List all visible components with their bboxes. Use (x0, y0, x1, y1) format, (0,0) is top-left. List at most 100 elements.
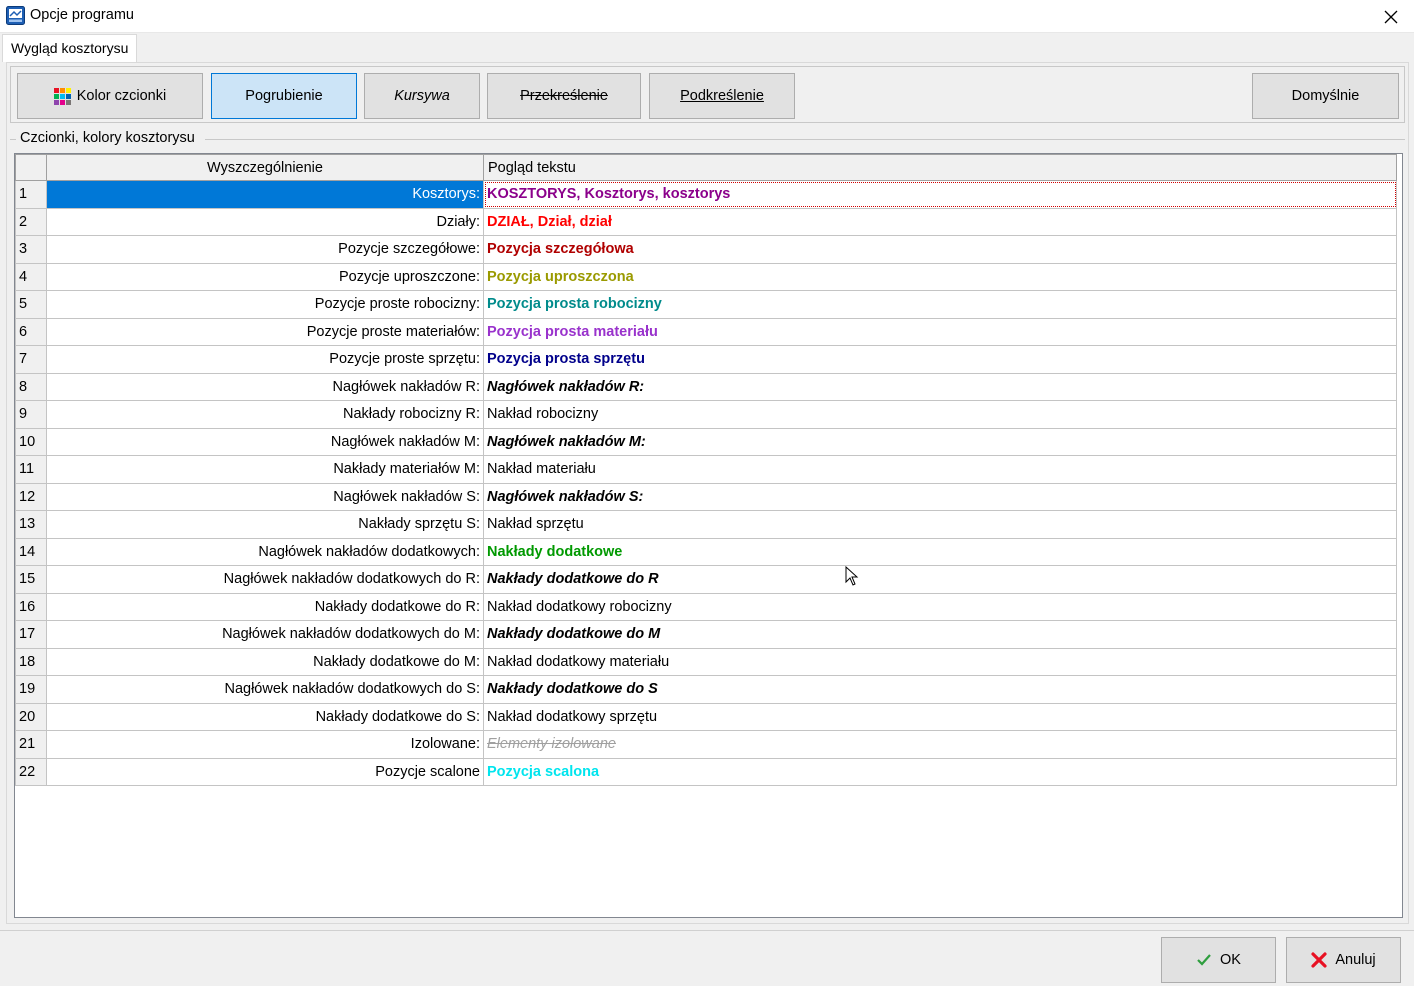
row-text-preview[interactable]: Nagłówek nakładów M: (483, 427, 1397, 456)
bold-button[interactable]: Pogrubienie (211, 73, 357, 119)
row-text-preview[interactable]: Elementy izolowane (483, 730, 1397, 759)
row-text-preview[interactable]: Nakłady dodatkowe do M (483, 620, 1397, 649)
ok-button[interactable]: OK (1161, 937, 1276, 983)
row-number: 19 (15, 675, 47, 704)
row-number: 12 (15, 482, 47, 511)
row-description[interactable]: Nakłady sprzętu S: (46, 510, 484, 539)
row-text-preview[interactable]: Nakład dodatkowy materiału (483, 647, 1397, 676)
row-description[interactable]: Nagłówek nakładów R: (46, 372, 484, 401)
row-text-preview[interactable]: Pozycja szczegółowa (483, 235, 1397, 264)
title-bar: Opcje programu (0, 0, 1414, 33)
row-description[interactable]: Pozycje proste robocizny: (46, 290, 484, 319)
table-row[interactable]: 1 Kosztorys: KOSZTORYS, Kosztorys, kosztor… (15, 180, 1397, 209)
row-description[interactable]: Izolowane: (46, 730, 484, 759)
row-text-preview[interactable]: Pozycja prosta sprzętu (483, 345, 1397, 374)
row-text-preview[interactable]: Nakład robocizny (483, 400, 1397, 429)
table-row[interactable]: 2 Działy: DZIAŁ, Dział, dział (15, 207, 1397, 236)
row-text-preview[interactable]: DZIAŁ, Dział, dział (483, 207, 1397, 236)
table-row[interactable]: 18 Nakłady dodatkowe do M: Nakład dodatkow… (15, 647, 1397, 676)
row-description[interactable]: Nakłady dodatkowe do R: (46, 592, 484, 621)
table-row[interactable]: 11 Nakłady materiałów M: Nakład materiału (15, 455, 1397, 484)
table-row[interactable]: 9 Nakłady robocizny R: Nakład robocizny (15, 400, 1397, 429)
row-description[interactable]: Nakłady dodatkowe do S: (46, 702, 484, 731)
row-description[interactable]: Pozycje szczegółowe: (46, 235, 484, 264)
table-row[interactable]: 7 Pozycje proste sprzętu: Pozycja prosta s… (15, 345, 1397, 374)
tab-page: Kolor czcionki Pogrubienie Kursywa Przek… (6, 62, 1409, 924)
row-description[interactable]: Nagłówek nakładów dodatkowych do S: (46, 675, 484, 704)
row-text-preview[interactable]: Nakłady dodatkowe do S (483, 675, 1397, 704)
strikethrough-button[interactable]: Przekreślenie (487, 73, 641, 119)
row-text-preview[interactable]: Pozycja uproszczona (483, 262, 1397, 291)
cancel-button[interactable]: Anuluj (1286, 937, 1401, 983)
row-text-preview[interactable]: Nakład dodatkowy sprzętu (483, 702, 1397, 731)
table-row[interactable]: 13 Nakłady sprzętu S: Nakład sprzętu (15, 510, 1397, 539)
row-number: 1 (15, 180, 47, 209)
row-description[interactable]: Pozycje scalone (46, 757, 484, 786)
row-description[interactable]: Nakłady dodatkowe do M: (46, 647, 484, 676)
row-text-preview[interactable]: Nakłady dodatkowe (483, 537, 1397, 566)
row-description[interactable]: Nagłówek nakładów dodatkowych: (46, 537, 484, 566)
table-row[interactable]: 10 Nagłówek nakładów M: Nagłówek nakładów … (15, 427, 1397, 456)
row-text-preview[interactable]: Nakład dodatkowy robocizny (483, 592, 1397, 621)
row-description[interactable]: Pozycje proste materiałów: (46, 317, 484, 346)
font-color-label: Kolor czcionki (76, 88, 167, 104)
table-row[interactable]: 8 Nagłówek nakładów R: Nagłówek nakładów R… (15, 372, 1397, 401)
tab-wyglad-kosztorysu[interactable]: Wygląd kosztorysu (2, 34, 138, 62)
row-description[interactable]: Nagłówek nakładów M: (46, 427, 484, 456)
table-row[interactable]: 14 Nagłówek nakładów dodatkowych: Nakłady … (15, 537, 1397, 566)
table-row[interactable]: 16 Nakłady dodatkowe do R: Nakład dodatkow… (15, 592, 1397, 621)
table-row[interactable]: 19 Nagłówek nakładów dodatkowych do S: Nak… (15, 675, 1397, 704)
column-header-description[interactable]: Wyszczególnienie (46, 154, 484, 181)
row-text-preview[interactable]: Nakład sprzętu (483, 510, 1397, 539)
font-color-button[interactable]: Kolor czcionki (17, 73, 203, 119)
italic-button[interactable]: Kursywa (364, 73, 480, 119)
default-button[interactable]: Domyślnie (1252, 73, 1399, 119)
table-row[interactable]: 21 Izolowane: Elementy izolowane (15, 730, 1397, 759)
row-description[interactable]: Kosztorys: (46, 180, 484, 209)
cancel-label: Anuluj (1335, 952, 1376, 968)
row-text-preview[interactable]: Pozycja prosta robocizny (483, 290, 1397, 319)
mouse-cursor-icon (845, 566, 859, 586)
column-header-preview[interactable]: Pogląd tekstu (483, 154, 1397, 181)
row-description[interactable]: Działy: (46, 207, 484, 236)
row-description[interactable]: Nakłady materiałów M: (46, 455, 484, 484)
row-text-preview[interactable]: Nagłówek nakładów R: (483, 372, 1397, 401)
row-text-preview[interactable]: Nakłady dodatkowe do R (483, 565, 1397, 594)
table-row[interactable]: 4 Pozycje uproszczone: Pozycja uproszczona (15, 262, 1397, 291)
row-number: 4 (15, 262, 47, 291)
row-description[interactable]: Pozycje uproszczone: (46, 262, 484, 291)
row-number: 17 (15, 620, 47, 649)
table-row[interactable]: 22 Pozycje scalone Pozycja scalona (15, 757, 1397, 786)
font-style-grid[interactable]: Wyszczególnienie Pogląd tekstu 1 Kosztory… (14, 153, 1403, 918)
table-row[interactable]: 20 Nakłady dodatkowe do S: Nakład dodatkow… (15, 702, 1397, 731)
row-description[interactable]: Nagłówek nakładów dodatkowych do R: (46, 565, 484, 594)
tab-strip: Wygląd kosztorysu (0, 33, 1414, 62)
table-row[interactable]: 5 Pozycje proste robocizny: Pozycja prosta… (15, 290, 1397, 319)
table-row[interactable]: 3 Pozycje szczegółowe: Pozycja szczegółowa (15, 235, 1397, 264)
grid-header-row: Wyszczególnienie Pogląd tekstu (15, 154, 1397, 181)
checkmark-icon (1197, 954, 1211, 966)
table-row[interactable]: 15 Nagłówek nakładów dodatkowych do R: Nak… (15, 565, 1397, 594)
default-label: Domyślnie (1291, 88, 1360, 104)
row-description[interactable]: Nakłady robocizny R: (46, 400, 484, 429)
table-row[interactable]: 12 Nagłówek nakładów S: Nagłówek nakładów … (15, 482, 1397, 511)
row-description[interactable]: Pozycje proste sprzętu: (46, 345, 484, 374)
underline-button[interactable]: Podkreślenie (649, 73, 795, 119)
row-description[interactable]: Nagłówek nakładów S: (46, 482, 484, 511)
row-number: 9 (15, 400, 47, 429)
close-icon (1384, 10, 1398, 23)
strikethrough-label: Przekreślenie (520, 88, 608, 104)
row-number: 22 (15, 757, 47, 786)
close-button[interactable] (1368, 0, 1414, 33)
table-row[interactable]: 17 Nagłówek nakładów dodatkowych do M: Nak… (15, 620, 1397, 649)
table-row[interactable]: 6 Pozycje proste materiałów: Pozycja prost… (15, 317, 1397, 346)
italic-label: Kursywa (394, 88, 450, 104)
row-text-preview[interactable]: Nagłówek nakładów S: (483, 482, 1397, 511)
row-number: 21 (15, 730, 47, 759)
row-text-preview[interactable]: KOSZTORYS, Kosztorys, kosztorys (483, 180, 1397, 209)
row-text-preview[interactable]: Pozycja prosta materiału (483, 317, 1397, 346)
row-text-preview[interactable]: Pozycja scalona (483, 757, 1397, 786)
row-text-preview[interactable]: Nakład materiału (483, 455, 1397, 484)
row-description[interactable]: Nagłówek nakładów dodatkowych do M: (46, 620, 484, 649)
row-number: 14 (15, 537, 47, 566)
